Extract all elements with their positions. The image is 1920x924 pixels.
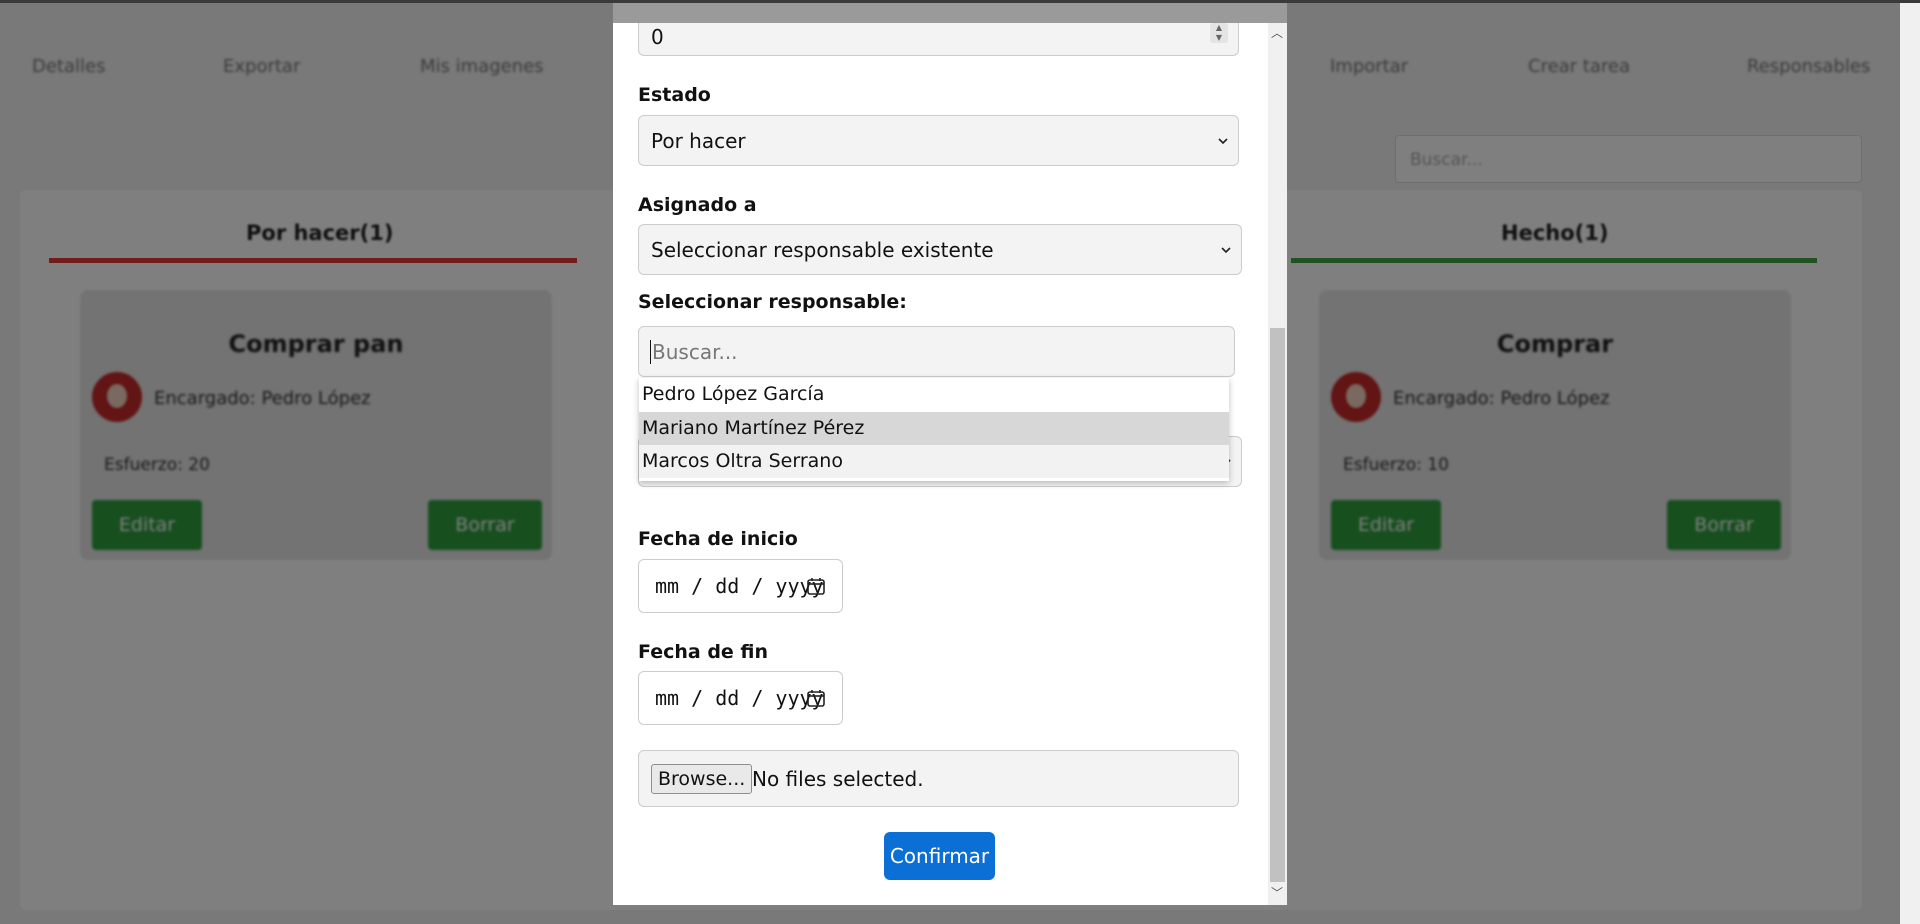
file-status: No files selected. [752,767,924,791]
dropdown-option[interactable]: Marcos Oltra Serrano [639,445,1229,478]
fecha-fin-label: Fecha de fin [638,641,769,663]
fecha-inicio-label: Fecha de inicio [638,528,798,550]
chevron-down-icon [1218,137,1228,144]
calendar-icon[interactable] [806,688,826,708]
responsable-search-placeholder: Buscar... [650,339,738,364]
scroll-up-icon[interactable]: ︿ [1271,24,1283,41]
responsable-dropdown: Pedro López García Mariano Martínez Pére… [639,378,1229,481]
modal-scrollbar-thumb[interactable] [1270,328,1285,882]
dropdown-option[interactable]: Pedro López García [639,378,1229,411]
asignado-label: Asignado a [638,194,757,216]
seleccionar-responsable-label: Seleccionar responsable: [638,291,907,313]
estado-select[interactable]: Por hacer [638,115,1239,166]
effort-input-value: 0 [651,25,664,50]
confirm-button[interactable]: Confirmar [884,832,995,880]
calendar-icon[interactable] [806,576,826,596]
fecha-fin-input[interactable]: mm / dd / yyyy [638,671,843,725]
modal-top-clip-fill [613,3,1287,23]
scroll-down-icon[interactable]: ﹀ [1271,884,1283,901]
chevron-down-icon [1221,246,1231,253]
asignado-select-value: Seleccionar responsable existente [651,237,994,262]
page-scrollbar[interactable] [1900,3,1920,924]
file-input[interactable]: Browse... No files selected. [638,750,1239,807]
asignado-select[interactable]: Seleccionar responsable existente [638,224,1242,275]
fecha-inicio-value: mm / dd / yyyy [655,574,824,598]
estado-label: Estado [638,84,711,106]
estado-select-value: Por hacer [651,128,746,153]
responsable-search-input[interactable]: Buscar... [638,326,1235,377]
dropdown-option[interactable]: Mariano Martínez Pérez [639,412,1229,445]
fecha-fin-value: mm / dd / yyyy [655,686,824,710]
browse-button[interactable]: Browse... [651,764,753,794]
fecha-inicio-input[interactable]: mm / dd / yyyy [638,559,843,613]
spinner-icon[interactable]: ▲ ▼ [1210,23,1228,43]
